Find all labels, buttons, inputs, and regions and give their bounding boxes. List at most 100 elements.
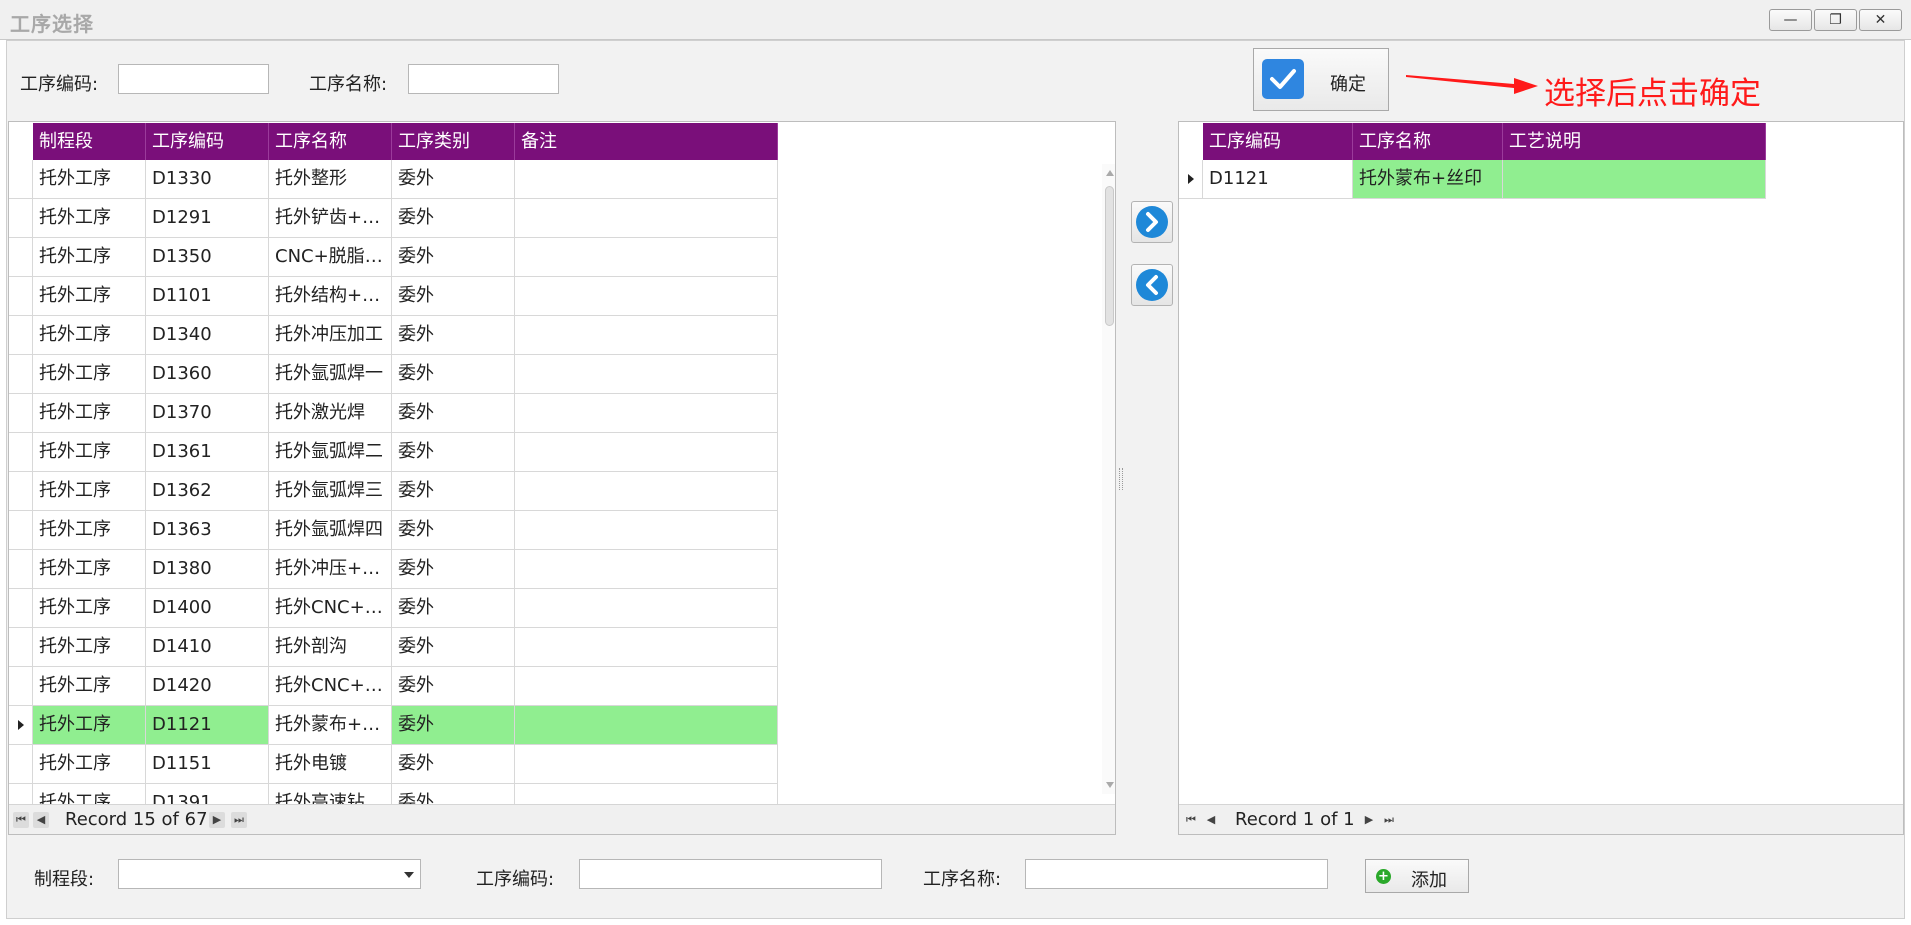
column-header[interactable]: 工序类别 xyxy=(392,123,515,160)
table-cell[interactable]: D1151 xyxy=(146,745,269,784)
table-cell[interactable]: 托外氩弧焊二 xyxy=(269,433,392,472)
close-button[interactable]: ✕ xyxy=(1859,9,1902,31)
table-row[interactable]: 托外工序 D1362 托外氩弧焊三 委外 xyxy=(9,472,778,511)
row-indicator[interactable] xyxy=(9,238,33,277)
table-cell[interactable]: D1361 xyxy=(146,433,269,472)
nav-next-icon[interactable]: ▶ xyxy=(1361,812,1377,828)
table-cell[interactable]: 托外工序 xyxy=(33,160,146,199)
nav-first-icon[interactable]: ⏮ xyxy=(1183,812,1199,828)
table-cell[interactable] xyxy=(515,589,778,628)
table-cell[interactable] xyxy=(515,628,778,667)
column-header[interactable]: 工艺说明 xyxy=(1503,123,1766,160)
table-cell[interactable]: 托外蒙布+丝印 xyxy=(1353,160,1503,199)
row-indicator[interactable] xyxy=(9,706,33,745)
table-row[interactable]: 托外工序 D1330 托外整形 委外 xyxy=(9,160,778,199)
table-cell[interactable]: 托外工序 xyxy=(33,355,146,394)
table-row[interactable]: 托外工序 D1360 托外氩弧焊一 委外 xyxy=(9,355,778,394)
row-indicator[interactable] xyxy=(9,394,33,433)
row-indicator[interactable] xyxy=(9,316,33,355)
table-row[interactable]: 托外工序D1400托外CNC+高速钻委外 xyxy=(9,589,778,628)
table-cell[interactable]: 托外工序 xyxy=(33,745,146,784)
table-cell[interactable]: 托外电镀 xyxy=(269,745,392,784)
search-code-input[interactable] xyxy=(118,64,269,94)
add-name-input[interactable] xyxy=(1025,859,1328,889)
table-cell[interactable]: D1410 xyxy=(146,628,269,667)
row-indicator[interactable] xyxy=(1179,160,1203,199)
nav-next-icon[interactable]: ▶ xyxy=(209,812,225,828)
table-cell[interactable]: 委外 xyxy=(392,511,515,550)
nav-last-icon[interactable]: ⏭ xyxy=(231,812,247,828)
column-header[interactable]: 工序名称 xyxy=(1353,123,1503,160)
confirm-button[interactable]: 确定 xyxy=(1253,48,1389,111)
table-cell[interactable]: D1121 xyxy=(1203,160,1353,199)
table-cell[interactable]: 托外工序 xyxy=(33,706,146,745)
table-cell[interactable]: 托外激光焊 xyxy=(269,394,392,433)
minimize-button[interactable]: — xyxy=(1769,9,1812,31)
table-cell[interactable]: 委外 xyxy=(392,706,515,745)
table-row[interactable]: 托外工序 D1340 托外冲压加工 委外 xyxy=(9,316,778,355)
row-indicator[interactable] xyxy=(9,355,33,394)
table-row[interactable]: 托外工序 D1151 托外电镀 委外 xyxy=(9,745,778,784)
table-cell[interactable]: D1350 xyxy=(146,238,269,277)
table-cell[interactable]: 托外氩弧焊一 xyxy=(269,355,392,394)
table-cell[interactable] xyxy=(515,511,778,550)
table-cell[interactable]: 委外 xyxy=(392,238,515,277)
row-indicator[interactable] xyxy=(9,667,33,706)
table-cell[interactable]: 委外 xyxy=(392,589,515,628)
table-cell[interactable]: D1362 xyxy=(146,472,269,511)
column-header[interactable]: 工序编码 xyxy=(146,123,269,160)
scroll-thumb[interactable] xyxy=(1105,186,1114,326)
table-row[interactable]: 托外工序D1380托外冲压+贴辅料委外 xyxy=(9,550,778,589)
add-button[interactable]: + 添加 xyxy=(1365,859,1469,893)
table-cell[interactable]: 托外工序 xyxy=(33,550,146,589)
table-cell[interactable] xyxy=(515,355,778,394)
table-cell[interactable]: 托外冲压加工 xyxy=(269,316,392,355)
table-cell[interactable]: D1380 xyxy=(146,550,269,589)
table-cell[interactable]: D1400 xyxy=(146,589,269,628)
row-indicator[interactable] xyxy=(9,433,33,472)
column-header[interactable]: 工序编码 xyxy=(1203,123,1353,160)
table-cell[interactable]: D1420 xyxy=(146,667,269,706)
table-cell[interactable]: 托外工序 xyxy=(33,199,146,238)
table-cell[interactable]: 托外剖沟 xyxy=(269,628,392,667)
table-cell[interactable]: 托外CNC+真空... xyxy=(269,667,392,706)
table-row[interactable]: 托外工序 D1370 托外激光焊 委外 xyxy=(9,394,778,433)
table-cell[interactable]: 托外工序 xyxy=(33,238,146,277)
table-cell[interactable]: 托外工序 xyxy=(33,394,146,433)
table-cell[interactable]: 委外 xyxy=(392,550,515,589)
row-indicator[interactable] xyxy=(9,472,33,511)
chevron-down-icon[interactable] xyxy=(404,872,414,878)
table-cell[interactable]: D1101 xyxy=(146,277,269,316)
table-cell[interactable]: D1360 xyxy=(146,355,269,394)
table-row[interactable]: 托外工序D1291托外铲齿+滚齿...委外 xyxy=(9,199,778,238)
table-row[interactable]: 托外工序 D1410 托外剖沟 委外 xyxy=(9,628,778,667)
table-cell[interactable] xyxy=(515,160,778,199)
row-indicator[interactable] xyxy=(9,628,33,667)
table-row[interactable]: 托外工序D1420托外CNC+真空...委外 xyxy=(9,667,778,706)
table-cell[interactable] xyxy=(515,667,778,706)
table-cell[interactable]: 托外工序 xyxy=(33,511,146,550)
table-cell[interactable]: 托外氩弧焊四 xyxy=(269,511,392,550)
move-left-button[interactable] xyxy=(1131,264,1173,306)
nav-prev-icon[interactable]: ◀ xyxy=(1203,812,1219,828)
table-row[interactable]: 托外工序 D1361 托外氩弧焊二 委外 xyxy=(9,433,778,472)
table-cell[interactable]: 托外工序 xyxy=(33,433,146,472)
table-cell[interactable] xyxy=(515,706,778,745)
table-cell[interactable] xyxy=(515,238,778,277)
table-cell[interactable] xyxy=(515,550,778,589)
row-indicator[interactable] xyxy=(9,160,33,199)
table-cell[interactable]: 委外 xyxy=(392,628,515,667)
table-cell[interactable]: 委外 xyxy=(392,745,515,784)
scroll-up-icon[interactable] xyxy=(1106,170,1114,176)
table-cell[interactable]: D1330 xyxy=(146,160,269,199)
table-row[interactable]: D1121 托外蒙布+丝印 xyxy=(1179,160,1766,199)
table-cell[interactable]: D1121 xyxy=(146,706,269,745)
nav-first-icon[interactable]: ⏮ xyxy=(13,812,29,828)
table-cell[interactable] xyxy=(515,199,778,238)
column-header[interactable]: 备注 xyxy=(515,123,778,160)
table-cell[interactable]: 托外整形 xyxy=(269,160,392,199)
table-row[interactable]: 托外工序 D1121 托外蒙布+丝印 委外 xyxy=(9,706,778,745)
maximize-button[interactable]: ❐ xyxy=(1814,9,1857,31)
table-cell[interactable]: 托外结构+表面... xyxy=(269,277,392,316)
table-cell[interactable] xyxy=(515,394,778,433)
